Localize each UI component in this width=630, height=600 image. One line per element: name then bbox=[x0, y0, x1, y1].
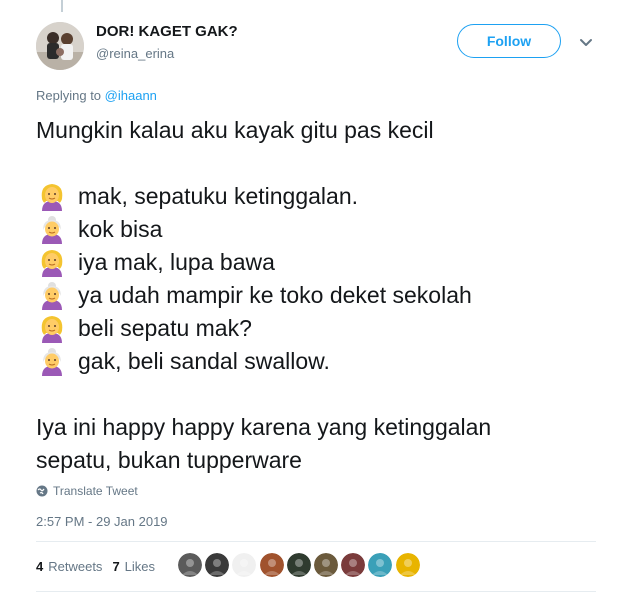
dialog-line: kok bisa bbox=[36, 213, 616, 246]
replying-to-line: Replying to @ihaann bbox=[36, 88, 157, 103]
woman-yellow-hair-icon bbox=[36, 313, 78, 345]
dialog-text: kok bisa bbox=[78, 216, 163, 242]
dialog-line: iya mak, lupa bawa bbox=[36, 246, 616, 279]
retweets-count[interactable]: 4 bbox=[36, 559, 43, 574]
dialog-text: gak, beli sandal swallow. bbox=[78, 348, 330, 374]
translate-tweet-link[interactable]: Translate Tweet bbox=[36, 484, 138, 498]
liker-avatar[interactable] bbox=[259, 553, 284, 577]
dialog-line: gak, beli sandal swallow. bbox=[36, 345, 616, 378]
divider bbox=[36, 591, 596, 592]
tweet-text: Mungkin kalau aku kayak gitu pas kecil m… bbox=[36, 114, 616, 477]
tweet-intro-line: Mungkin kalau aku kayak gitu pas kecil bbox=[36, 117, 434, 143]
likes-count[interactable]: 7 bbox=[112, 559, 119, 574]
replying-to-label: Replying to bbox=[36, 88, 102, 103]
liker-avatar[interactable] bbox=[178, 553, 202, 577]
dialog-lines: mak, sepatuku ketinggalan. kok bisa iya ma… bbox=[36, 180, 616, 378]
author-name[interactable]: DOR! KAGET GAK? bbox=[96, 23, 238, 40]
chevron-down-icon[interactable] bbox=[578, 34, 594, 50]
old-woman-icon bbox=[36, 280, 78, 312]
dialog-text: mak, sepatuku ketinggalan. bbox=[78, 183, 359, 209]
globe-icon bbox=[36, 485, 48, 497]
liker-avatar[interactable] bbox=[205, 553, 230, 577]
dialog-line: mak, sepatuku ketinggalan. bbox=[36, 180, 616, 213]
tweet-outro-line-1: Iya ini happy happy karena yang ketingga… bbox=[36, 414, 492, 440]
woman-yellow-hair-icon bbox=[36, 247, 78, 279]
old-woman-icon bbox=[36, 346, 78, 378]
translate-label[interactable]: Translate Tweet bbox=[53, 484, 138, 498]
reply-mention-link[interactable]: @ihaann bbox=[105, 88, 157, 103]
liker-avatar[interactable] bbox=[232, 553, 257, 577]
dialog-text: iya mak, lupa bawa bbox=[78, 249, 275, 275]
liker-avatar[interactable] bbox=[368, 553, 393, 577]
tweet-timestamp[interactable]: 2:57 PM - 29 Jan 2019 bbox=[36, 514, 168, 529]
dialog-text: beli sepatu mak? bbox=[78, 315, 252, 341]
dialog-line: ya udah mampir ke toko deket sekolah bbox=[36, 279, 616, 312]
author-handle[interactable]: @reina_erina bbox=[96, 46, 174, 61]
author-avatar[interactable] bbox=[36, 22, 84, 70]
liker-avatar[interactable] bbox=[395, 553, 420, 577]
liker-avatar[interactable] bbox=[313, 553, 338, 577]
dialog-text: ya udah mampir ke toko deket sekolah bbox=[78, 282, 472, 308]
tweet-outro-line-2: sepatu, bukan tupperware bbox=[36, 447, 302, 473]
tweet-stats: 4 Retweets 7 Likes bbox=[36, 559, 155, 574]
follow-button[interactable]: Follow bbox=[457, 24, 561, 58]
dialog-line: beli sepatu mak? bbox=[36, 312, 616, 345]
likes-label[interactable]: Likes bbox=[125, 559, 155, 574]
divider bbox=[36, 541, 596, 542]
retweets-label[interactable]: Retweets bbox=[48, 559, 102, 574]
thread-connector-line bbox=[61, 0, 63, 12]
liker-avatars bbox=[178, 553, 423, 577]
old-woman-icon bbox=[36, 214, 78, 246]
liker-avatar[interactable] bbox=[286, 553, 311, 577]
woman-yellow-hair-icon bbox=[36, 181, 78, 213]
liker-avatar[interactable] bbox=[341, 553, 366, 577]
